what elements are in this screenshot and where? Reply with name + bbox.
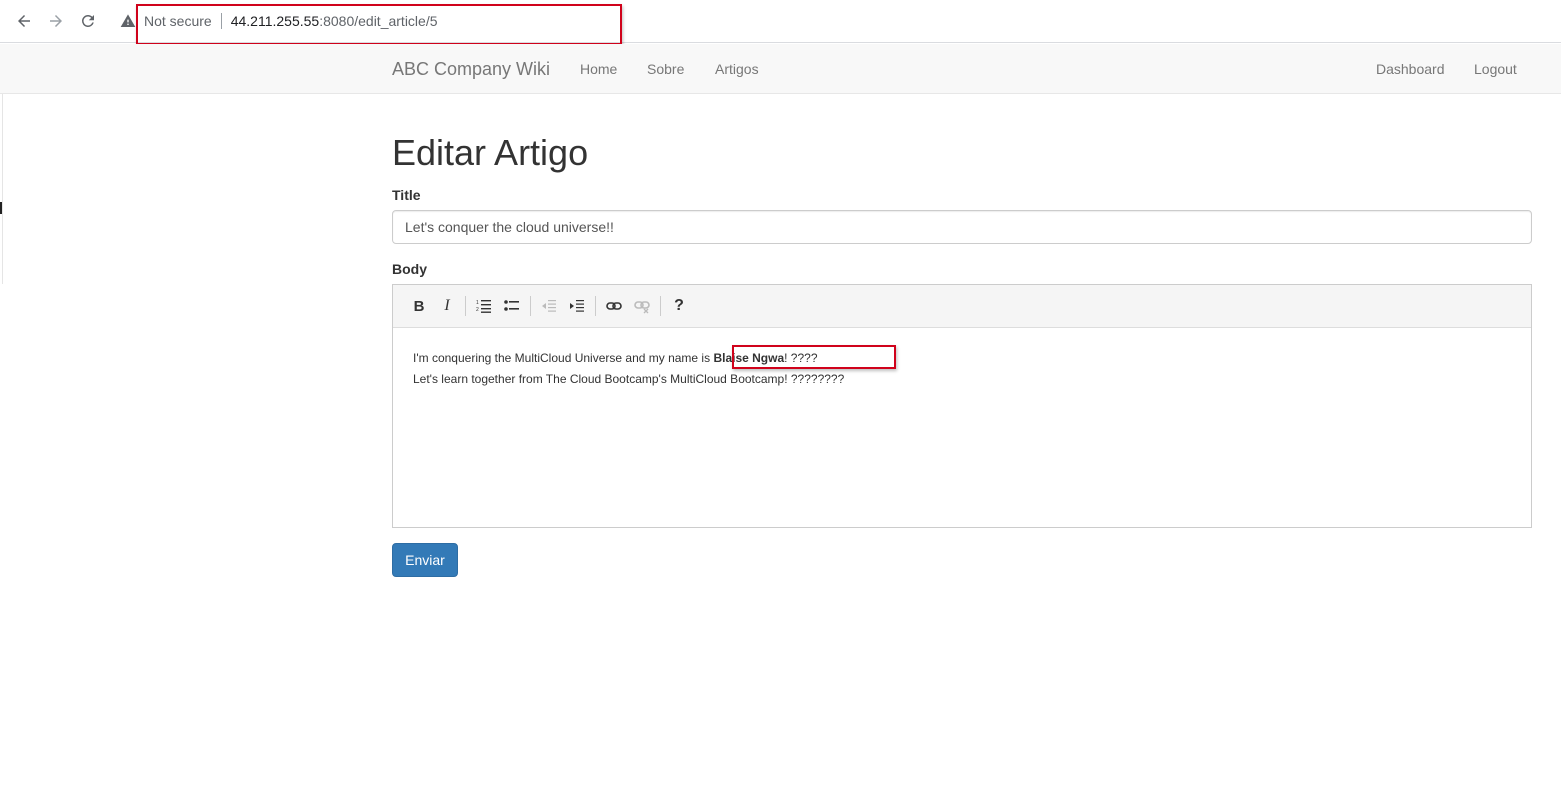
outdent-icon [542, 300, 556, 312]
title-label: Title [392, 187, 421, 203]
toolbar-divider [465, 296, 466, 316]
toolbar-divider [660, 296, 661, 316]
editor-toolbar: B I 12 ? [393, 285, 1531, 328]
forward-icon[interactable] [46, 11, 66, 31]
bold-button[interactable]: B [408, 295, 430, 317]
svg-text:1: 1 [476, 300, 479, 306]
rich-text-editor: B I 12 ? I'm conquering the MultiCloud U… [392, 284, 1532, 528]
nav-link-logout[interactable]: Logout [1474, 61, 1517, 77]
toolbar-divider [530, 296, 531, 316]
browser-toolbar: Not secure 44.211.255.55 :8080/edit_arti… [0, 0, 1561, 43]
back-icon[interactable] [14, 11, 34, 31]
editor-content[interactable]: I'm conquering the MultiCloud Universe a… [393, 328, 1531, 410]
title-input[interactable] [392, 210, 1532, 244]
unordered-list-button[interactable] [501, 295, 523, 317]
url-host: 44.211.255.55 [230, 13, 320, 29]
outdent-button[interactable] [538, 295, 560, 317]
link-button[interactable] [603, 295, 625, 317]
nav-link-artigos[interactable]: Artigos [715, 61, 759, 77]
url-path: :8080/edit_article/5 [319, 13, 438, 29]
link-icon [606, 302, 622, 310]
body-line-1-prefix: I'm conquering the MultiCloud Universe a… [413, 351, 714, 365]
body-line-1: I'm conquering the MultiCloud Universe a… [413, 348, 1511, 369]
submit-button[interactable]: Enviar [392, 543, 458, 577]
address-divider [220, 13, 222, 29]
author-name: Blaise Ngwa [713, 351, 785, 365]
indent-icon [570, 300, 584, 312]
italic-icon: I [444, 297, 450, 314]
ordered-list-icon: 12 [476, 300, 491, 313]
unlink-button[interactable] [631, 295, 653, 317]
toolbar-divider [595, 296, 596, 316]
body-line-1-suffix: ! ???? [784, 351, 818, 365]
address-bar[interactable]: Not secure 44.211.255.55 :8080/edit_arti… [120, 10, 600, 32]
nav-link-dashboard[interactable]: Dashboard [1376, 61, 1445, 77]
unordered-list-icon [504, 300, 519, 311]
navbar-brand[interactable]: ABC Company Wiki [392, 59, 550, 80]
ordered-list-button[interactable]: 12 [473, 295, 495, 317]
warning-icon [120, 14, 136, 27]
help-icon: ? [674, 297, 684, 314]
italic-button[interactable]: I [436, 295, 458, 317]
reload-icon[interactable] [78, 11, 98, 31]
nav-link-sobre[interactable]: Sobre [647, 61, 684, 77]
svg-text:2: 2 [476, 307, 479, 313]
site-navbar: ABC Company Wiki Home Sobre Artigos Dash… [0, 44, 1561, 94]
unlink-icon [634, 301, 650, 314]
nav-link-home[interactable]: Home [580, 61, 617, 77]
help-button[interactable]: ? [668, 295, 690, 317]
body-line-2: Let's learn together from The Cloud Boot… [413, 372, 845, 386]
bold-icon: B [413, 297, 425, 315]
indent-button[interactable] [566, 295, 588, 317]
page-title: Editar Artigo [392, 132, 589, 173]
body-label: Body [392, 261, 427, 277]
security-label[interactable]: Not secure [144, 13, 212, 29]
